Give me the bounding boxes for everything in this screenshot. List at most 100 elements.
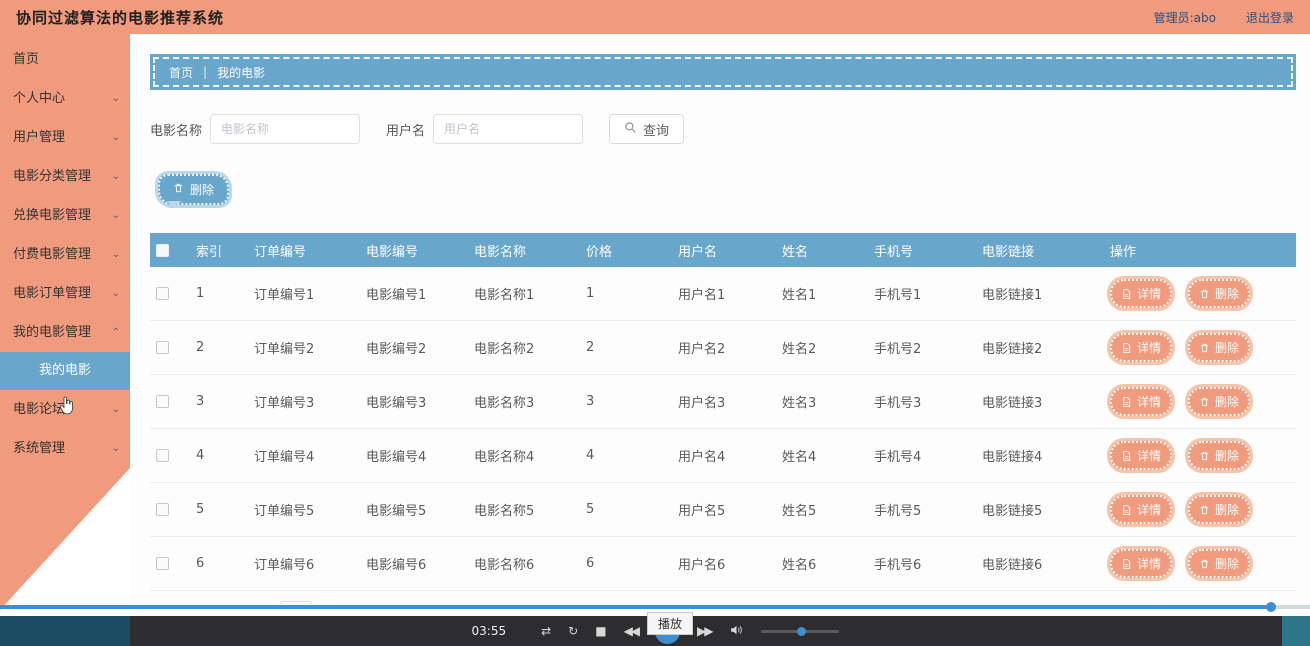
pagination: 共6条 ‹ 1 › 前往 页 — [150, 601, 1296, 604]
movie-name-input[interactable] — [210, 114, 361, 144]
cell-index: 4 — [190, 428, 248, 483]
row-actions: 详情 删除 — [1110, 537, 1290, 590]
cell-username: 用户名5 — [672, 482, 776, 537]
sidebar-item-paid-movie-management[interactable]: 付费电影管理 ⌄ — [0, 235, 130, 274]
row-checkbox[interactable] — [156, 395, 169, 408]
detail-button[interactable]: 详情 — [1110, 441, 1173, 470]
sidebar-item-movie-category-management[interactable]: 电影分类管理 ⌄ — [0, 157, 130, 196]
row-delete-button-label: 删除 — [1215, 449, 1240, 463]
cell-index: 5 — [190, 482, 248, 537]
cell-name: 姓名5 — [776, 482, 868, 537]
row-checkbox[interactable] — [156, 503, 169, 516]
prev-page-button[interactable]: ‹ — [193, 604, 199, 605]
detail-button[interactable]: 详情 — [1110, 387, 1173, 416]
row-checkbox[interactable] — [156, 557, 169, 570]
row-delete-button[interactable]: 删除 — [1188, 441, 1251, 470]
row-delete-button-label: 删除 — [1215, 395, 1240, 409]
actions-cell-wrap: 详情 删除 — [1104, 482, 1296, 537]
main-content: 首页 | 我的电影 电影名称 用户名 查询 删除 — [130, 34, 1310, 604]
file-icon — [1121, 396, 1132, 408]
sidebar-item-movie-forum[interactable]: 电影论坛 ⌄ — [0, 390, 130, 429]
cell-index: 3 — [190, 374, 248, 429]
sidebar-item-home[interactable]: 首页 — [0, 40, 130, 79]
trash-icon — [1199, 288, 1210, 300]
row-checkbox[interactable] — [156, 287, 169, 300]
next-page-button[interactable]: › — [229, 604, 235, 605]
row-actions: 详情 删除 — [1110, 429, 1290, 482]
volume-icon[interactable] — [729, 624, 744, 638]
sidebar-item-movie-order-management[interactable]: 电影订单管理 ⌄ — [0, 274, 130, 313]
row-delete-button[interactable]: 删除 — [1188, 333, 1251, 362]
detail-button[interactable]: 详情 — [1110, 279, 1173, 308]
admin-user-label[interactable]: 管理员:abo — [1154, 9, 1216, 26]
sidebar-item-personal-center[interactable]: 个人中心 ⌄ — [0, 79, 130, 118]
rewind-icon[interactable]: ◀◀ — [624, 625, 641, 637]
shuffle-icon[interactable]: ⇄ — [541, 625, 551, 637]
cell-username: 用户名4 — [672, 428, 776, 483]
seek-bar[interactable] — [0, 602, 1310, 612]
sidebar-decoration — [0, 468, 130, 610]
detail-button[interactable]: 详情 — [1110, 549, 1173, 578]
search-button-label: 查询 — [643, 122, 670, 138]
cell-movie_name: 电影名称4 — [468, 428, 580, 483]
bulk-delete-button[interactable]: 删除 — [158, 174, 230, 205]
row-actions: 详情 删除 — [1110, 321, 1290, 374]
row-checkbox[interactable] — [156, 449, 169, 462]
detail-button-label: 详情 — [1137, 557, 1162, 571]
row-delete-button[interactable]: 删除 — [1188, 387, 1251, 416]
detail-button-label: 详情 — [1137, 503, 1162, 517]
sidebar-item-label: 首页 — [13, 52, 40, 67]
sidebar-item-label: 电影论坛 — [13, 402, 66, 417]
table-body: 1 订单编号1 电影编号1 电影名称1 1 用户名1 姓名1 手机号1 电影链接1 详情 删除 2 订单… — [150, 267, 1296, 591]
sidebar-item-system-management[interactable]: 系统管理 ⌄ — [0, 429, 130, 468]
file-icon — [1121, 558, 1132, 570]
breadcrumb-home[interactable]: 首页 — [169, 64, 193, 81]
select-all-checkbox[interactable] — [156, 243, 169, 257]
row-checkbox-cell — [150, 536, 190, 591]
table-row: 5 订单编号5 电影编号5 电影名称5 5 用户名5 姓名5 手机号5 电影链接5 详情 删除 — [150, 482, 1296, 537]
file-icon — [1121, 504, 1132, 516]
row-checkbox[interactable] — [156, 341, 169, 354]
chevron-down-icon: ⌄ — [111, 249, 120, 260]
chevron-down-icon: ⌄ — [111, 93, 120, 104]
cell-order_no: 订单编号3 — [248, 374, 360, 429]
username-input[interactable] — [433, 114, 584, 144]
detail-button[interactable]: 详情 — [1110, 333, 1173, 362]
cell-link: 电影链接5 — [976, 482, 1104, 537]
cell-name: 姓名2 — [776, 320, 868, 375]
stop-icon[interactable]: ■ — [595, 625, 606, 637]
cell-phone: 手机号4 — [868, 428, 976, 483]
username-label: 用户名 — [386, 123, 426, 139]
row-delete-button[interactable]: 删除 — [1188, 495, 1251, 524]
detail-button[interactable]: 详情 — [1110, 495, 1173, 524]
repeat-icon[interactable]: ↻ — [568, 625, 578, 637]
bulk-delete-label: 删除 — [190, 183, 215, 197]
sidebar-item-exchange-movie-management[interactable]: 兑换电影管理 ⌄ — [0, 196, 130, 235]
trash-icon — [173, 182, 184, 197]
row-checkbox-cell — [150, 374, 190, 429]
row-delete-button[interactable]: 删除 — [1188, 279, 1251, 308]
trash-icon — [1199, 342, 1210, 354]
volume-handle[interactable] — [797, 626, 807, 636]
goto-page-input[interactable] — [280, 601, 313, 604]
cell-movie_no: 电影编号3 — [360, 374, 468, 429]
table-row: 1 订单编号1 电影编号1 电影名称1 1 用户名1 姓名1 手机号1 电影链接1 详情 删除 — [150, 267, 1296, 321]
table-row: 6 订单编号6 电影编号6 电影名称6 6 用户名6 姓名6 手机号6 电影链接6 详情 删除 — [150, 536, 1296, 591]
file-icon — [1121, 450, 1132, 462]
sidebar-item-my-movie-management[interactable]: 我的电影管理 ⌃ — [0, 313, 130, 352]
sidebar-item-user-management[interactable]: 用户管理 ⌄ — [0, 118, 130, 157]
row-delete-button[interactable]: 删除 — [1188, 549, 1251, 578]
cell-link: 电影链接1 — [976, 267, 1104, 321]
sidebar-item-label: 个人中心 — [13, 91, 66, 106]
breadcrumb: 首页 | 我的电影 — [153, 57, 1293, 87]
actions-cell-wrap: 详情 删除 — [1104, 320, 1296, 375]
search-button[interactable]: 查询 — [609, 114, 685, 144]
volume-slider[interactable] — [760, 626, 839, 636]
logout-link[interactable]: 退出登录 — [1246, 9, 1294, 26]
actions-cell-wrap: 详情 删除 — [1104, 428, 1296, 483]
sidebar-subitem-my-movies[interactable]: 我的电影 — [0, 352, 130, 390]
cell-movie_no: 电影编号5 — [360, 482, 468, 537]
forward-icon[interactable]: ▶▶ — [697, 625, 714, 637]
sidebar-item-label: 兑换电影管理 — [13, 208, 92, 223]
seek-handle[interactable] — [1265, 602, 1276, 612]
